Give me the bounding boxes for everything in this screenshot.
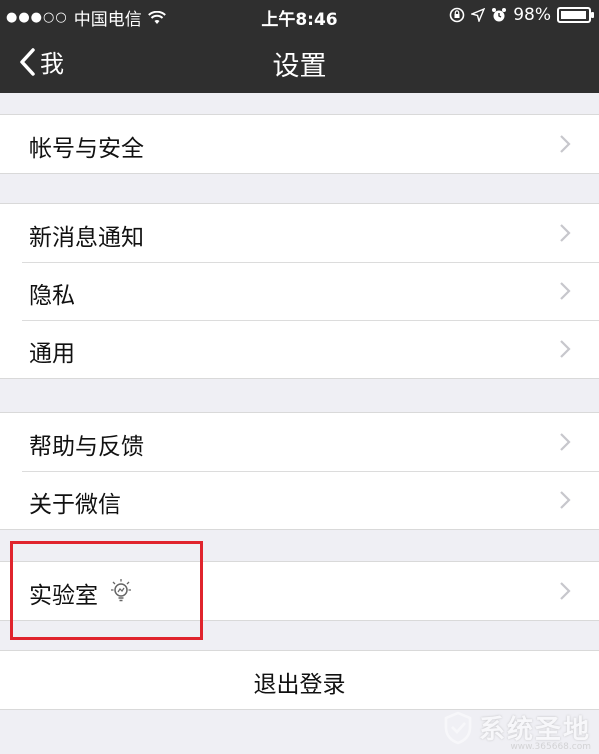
settings-item-label: 隐私 [29,283,75,309]
settings-item-account-security[interactable]: 帐号与安全 [0,115,599,173]
watermark-url: www.365668.com [510,742,591,752]
chevron-right-icon [560,135,571,153]
settings-item-about[interactable]: 关于微信 [0,471,599,529]
watermark-text: 系统圣地 [478,715,591,745]
settings-item-notifications[interactable]: 新消息通知 [0,204,599,262]
settings-group-help: 帮助与反馈 关于微信 [0,412,599,530]
logout-label: 退出登录 [253,672,346,698]
alarm-icon [492,8,507,22]
location-icon [471,8,486,22]
chevron-right-icon [560,582,571,600]
shield-logo-icon [444,711,472,744]
settings-item-label: 通用 [29,341,75,367]
chevron-right-icon [560,340,571,358]
settings-item-privacy[interactable]: 隐私 [0,262,599,320]
settings-item-label: 帐号与安全 [29,136,144,162]
settings-item-help-feedback[interactable]: 帮助与反馈 [0,413,599,471]
settings-group-account: 帐号与安全 [0,114,599,174]
settings-item-general[interactable]: 通用 [0,320,599,378]
chevron-right-icon [560,224,571,242]
battery-level [561,11,587,19]
settings-item-label: 关于微信 [29,492,121,518]
page-title: 设置 [272,51,327,82]
battery-icon [557,7,594,23]
settings-item-label: 帮助与反馈 [29,434,144,460]
highlight-box [10,541,203,640]
watermark: 系统圣地 www.365668.com [443,709,591,752]
logout-button[interactable]: 退出登录 [0,650,599,710]
settings-group-general: 新消息通知 隐私 通用 [0,203,599,379]
chevron-right-icon [560,433,571,451]
rotation-lock-icon [449,7,465,23]
chevron-right-icon [560,282,571,300]
navigation-bar: 我 设置 [0,30,599,93]
battery-percent: 98% [513,5,551,25]
settings-item-label: 新消息通知 [29,225,144,251]
chevron-right-icon [560,491,571,509]
status-bar: ●●●○○ 中国电信 上午8:46 98% [0,0,599,30]
